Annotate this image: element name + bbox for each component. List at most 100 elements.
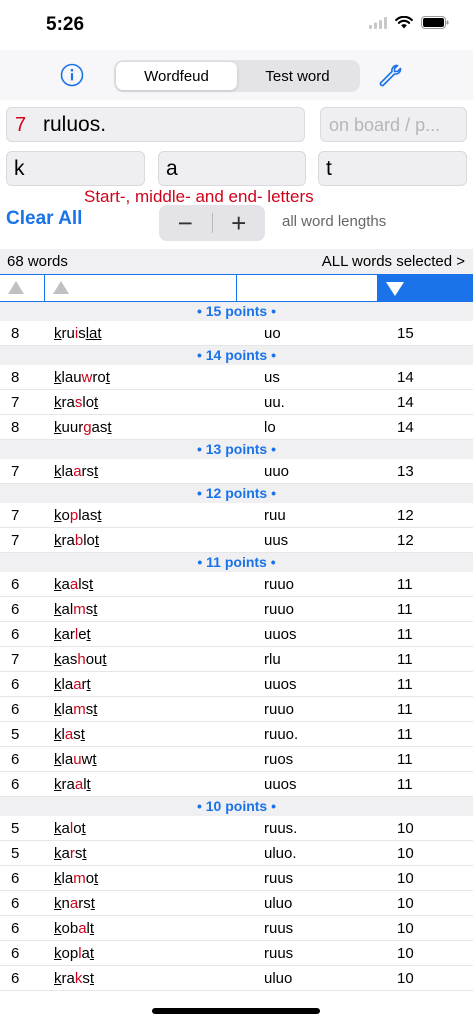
word-length: 6 bbox=[11, 895, 20, 912]
word-letter: t bbox=[93, 601, 98, 618]
word-row[interactable]: 5 karst uluo. 10 bbox=[0, 841, 473, 866]
word-letter: t bbox=[102, 651, 107, 668]
segment-wordfeud[interactable]: Wordfeud bbox=[116, 62, 237, 90]
word-letter: t bbox=[80, 726, 85, 743]
info-icon[interactable] bbox=[60, 63, 84, 87]
word-text: kraslot bbox=[54, 394, 98, 411]
word-row[interactable]: 6 kaalst ruuo 11 bbox=[0, 572, 473, 597]
word-text: kruislat bbox=[54, 325, 102, 342]
word-row[interactable]: 7 krablot uus 12 bbox=[0, 528, 473, 553]
word-row[interactable]: 6 klaart uuos 11 bbox=[0, 672, 473, 697]
sort-rack-column[interactable] bbox=[237, 275, 378, 301]
sort-word-column[interactable] bbox=[45, 275, 237, 301]
word-row[interactable]: 6 krakst uluo 10 bbox=[0, 966, 473, 991]
selection-link[interactable]: ALL words selected > bbox=[322, 253, 465, 270]
middle-letter-field[interactable]: a bbox=[158, 151, 306, 186]
word-letter: u bbox=[73, 751, 82, 768]
word-letter: k bbox=[54, 751, 62, 768]
word-letter: a bbox=[61, 601, 70, 618]
word-letter: a bbox=[64, 726, 74, 743]
word-letter: a bbox=[66, 970, 75, 987]
decrement-button[interactable]: − bbox=[159, 206, 212, 240]
word-length: 6 bbox=[11, 945, 20, 962]
word-length: 6 bbox=[11, 776, 20, 793]
word-text: kraalt bbox=[54, 776, 91, 793]
word-letter: s bbox=[83, 895, 91, 912]
word-letter: k bbox=[54, 651, 62, 668]
sort-header bbox=[0, 274, 473, 302]
start-letter-field[interactable]: k bbox=[6, 151, 145, 186]
word-row[interactable]: 8 kuurgast lo 14 bbox=[0, 415, 473, 440]
increment-button[interactable]: + bbox=[213, 206, 266, 240]
word-row[interactable]: 6 karlet uuos 11 bbox=[0, 622, 473, 647]
segment-test-word[interactable]: Test word bbox=[237, 62, 358, 90]
word-length: 7 bbox=[11, 463, 20, 480]
word-row[interactable]: 6 koplat ruus 10 bbox=[0, 941, 473, 966]
word-letter: o bbox=[97, 369, 106, 386]
word-letter: e bbox=[78, 626, 87, 643]
word-row[interactable]: 7 klaarst uuo 13 bbox=[0, 459, 473, 484]
word-text: kashout bbox=[54, 651, 107, 668]
word-letter: u bbox=[69, 419, 79, 436]
word-letter: a bbox=[69, 576, 79, 593]
word-text: krablot bbox=[54, 532, 99, 549]
word-row[interactable]: 6 kraalt uuos 11 bbox=[0, 772, 473, 797]
word-letter: o bbox=[61, 507, 70, 524]
word-length: 5 bbox=[11, 726, 20, 743]
word-points: 10 bbox=[397, 820, 414, 837]
sort-points-column[interactable] bbox=[378, 275, 473, 301]
wrench-icon[interactable] bbox=[376, 62, 404, 90]
word-letter: a bbox=[61, 651, 70, 668]
clear-all-button[interactable]: Clear All bbox=[6, 208, 82, 230]
word-letter: t bbox=[92, 751, 97, 768]
word-row[interactable]: 6 kalmst ruuo 11 bbox=[0, 597, 473, 622]
word-row[interactable]: 5 kalot ruus. 10 bbox=[0, 816, 473, 841]
word-letter: t bbox=[82, 845, 87, 862]
word-input[interactable]: 7 ruluos. bbox=[6, 107, 305, 142]
wifi-icon bbox=[395, 16, 413, 29]
sort-length-column[interactable] bbox=[0, 275, 45, 301]
word-text: koplat bbox=[54, 945, 94, 962]
word-letter: t bbox=[94, 394, 99, 411]
word-length: 6 bbox=[11, 601, 20, 618]
word-row[interactable]: 8 kruislat uo 15 bbox=[0, 321, 473, 346]
word-row[interactable]: 6 knarst uluo 10 bbox=[0, 891, 473, 916]
word-length: 6 bbox=[11, 626, 20, 643]
word-length: 7 bbox=[11, 507, 20, 524]
word-letter: t bbox=[93, 701, 98, 718]
word-letter: g bbox=[83, 419, 92, 436]
remaining-letters: lo bbox=[264, 419, 276, 436]
start-letter-value: k bbox=[14, 157, 25, 180]
word-letter: k bbox=[54, 507, 62, 524]
word-row[interactable]: 6 kobalt ruus 10 bbox=[0, 916, 473, 941]
word-letter: k bbox=[54, 576, 62, 593]
sort-up-icon bbox=[8, 281, 24, 294]
word-row[interactable]: 8 klauwrot us 14 bbox=[0, 365, 473, 390]
word-length: 5 bbox=[11, 820, 20, 837]
letters-hint: Start-, middle- and end- letters bbox=[84, 187, 314, 206]
word-row[interactable]: 6 klamst ruuo 11 bbox=[0, 697, 473, 722]
mode-segmented-control: Wordfeud Test word bbox=[114, 60, 360, 92]
word-letter: t bbox=[94, 463, 99, 480]
word-points: 10 bbox=[397, 870, 414, 887]
remaining-letters: ruuo bbox=[264, 701, 295, 718]
word-letter: t bbox=[94, 870, 99, 887]
on-board-input[interactable]: on board / p... bbox=[320, 107, 467, 142]
word-row[interactable]: 7 kraslot uu. 14 bbox=[0, 390, 473, 415]
word-letter: a bbox=[61, 820, 70, 837]
word-text: karst bbox=[54, 845, 87, 862]
word-row[interactable]: 7 koplast ruu 12 bbox=[0, 503, 473, 528]
word-row[interactable]: 6 klauwt ruos 11 bbox=[0, 747, 473, 772]
word-letter: t bbox=[89, 970, 95, 987]
remaining-letters: uus bbox=[264, 532, 289, 549]
word-letter: k bbox=[54, 325, 62, 342]
word-points: 10 bbox=[397, 845, 414, 862]
word-row[interactable]: 7 kashout rlu 11 bbox=[0, 647, 473, 672]
word-letter: a bbox=[66, 532, 75, 549]
word-points: 14 bbox=[397, 394, 414, 411]
word-row[interactable]: 6 klamot ruus 10 bbox=[0, 866, 473, 891]
word-row[interactable]: 5 klast ruuo. 11 bbox=[0, 722, 473, 747]
remaining-letters: uuos bbox=[264, 776, 297, 793]
word-text: kuurgast bbox=[54, 419, 112, 436]
end-letter-field[interactable]: t bbox=[318, 151, 467, 186]
